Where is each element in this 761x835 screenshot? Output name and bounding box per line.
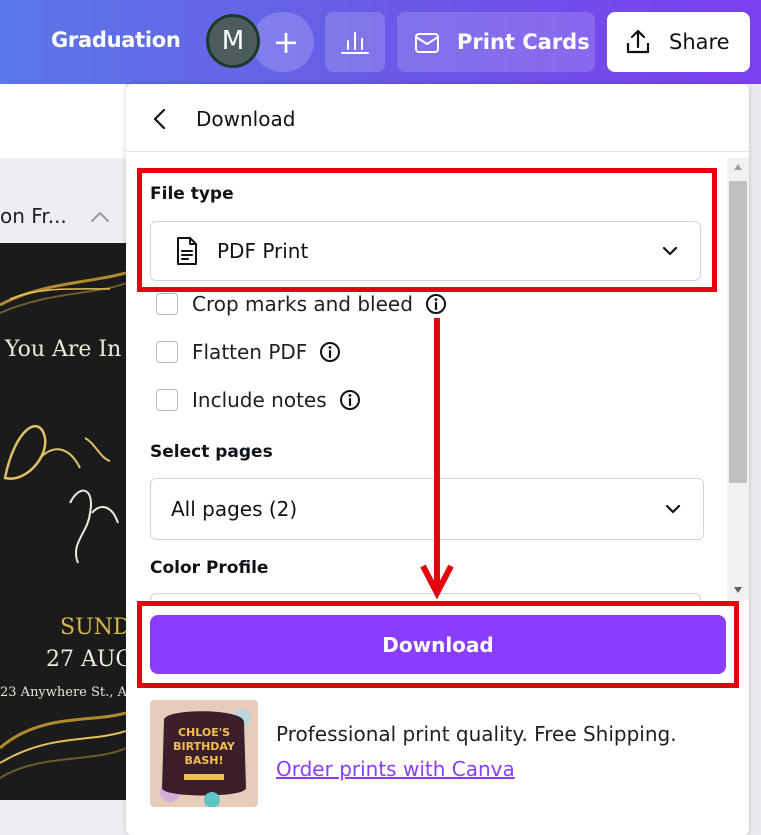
select-pages-dropdown[interactable]: All pages (2) [150,478,704,540]
share-upload-icon [626,29,650,54]
scrollbar-thumb[interactable] [729,181,747,483]
design-text: You Are In [5,337,122,362]
chevron-up-icon[interactable] [88,206,112,226]
chevron-down-icon [665,504,681,514]
include-notes-option: Include notes [156,388,361,412]
info-icon[interactable] [319,341,341,363]
select-pages-value: All pages (2) [171,497,298,521]
birthday-card-preview: CHLOE'S BIRTHDAY BASH! [150,700,258,807]
svg-text:BIRTHDAY: BIRTHDAY [173,740,236,753]
svg-text:BASH!: BASH! [184,754,223,767]
panel-title: Download [196,107,296,131]
print-cards-label: Print Cards [457,30,590,54]
include-notes-label[interactable]: Include notes [192,388,327,412]
promo-text: Professional print quality. Free Shippin… [276,722,677,746]
scroll-up-arrow-icon[interactable] [733,163,743,171]
info-icon[interactable] [425,293,447,315]
crop-marks-label[interactable]: Crop marks and bleed [192,292,413,316]
share-label: Share [669,30,730,54]
top-toolbar: Graduation + M Print Cards Share [0,0,761,84]
editor-toolbar-area [0,84,126,158]
plus-icon: + [272,23,300,61]
flatten-pdf-checkbox[interactable] [156,341,178,363]
flatten-pdf-option: Flatten PDF [156,340,341,364]
crop-marks-checkbox[interactable] [156,293,178,315]
design-preview[interactable]: You Are In SUND 27 AUG 23 Anywhere St., … [0,243,126,800]
scroll-down-arrow-icon[interactable] [733,586,743,594]
bar-chart-icon [341,32,369,54]
svg-text:CHLOE'S: CHLOE'S [178,726,230,739]
design-text: SUND [60,615,126,640]
share-button[interactable]: Share [607,12,750,72]
insights-button[interactable] [325,12,385,72]
order-prints-link[interactable]: Order prints with Canva [276,757,515,781]
page-title[interactable]: on Fr... [0,204,67,228]
print-cards-button[interactable]: Print Cards [397,12,595,72]
gold-swirl-decoration [0,271,126,779]
include-notes-checkbox[interactable] [156,389,178,411]
design-text: 27 AUG [46,647,126,672]
project-title[interactable]: Graduation [51,28,181,52]
panel-header: Download [126,84,749,152]
annotation-highlight-file-type [137,168,717,292]
color-profile-label: Color Profile [150,558,269,578]
envelope-icon [415,33,439,53]
print-promo-thumbnail[interactable]: CHLOE'S BIRTHDAY BASH! [150,700,258,807]
chevron-left-icon[interactable] [150,107,170,131]
annotation-highlight-download [137,601,739,688]
add-member-button[interactable]: + [252,12,314,72]
avatar[interactable]: M [206,14,260,68]
select-pages-label: Select pages [150,442,273,462]
crop-marks-option: Crop marks and bleed [156,292,447,316]
design-text: 23 Anywhere St., A [0,685,126,700]
flatten-pdf-label[interactable]: Flatten PDF [192,340,307,364]
info-icon[interactable] [339,389,361,411]
